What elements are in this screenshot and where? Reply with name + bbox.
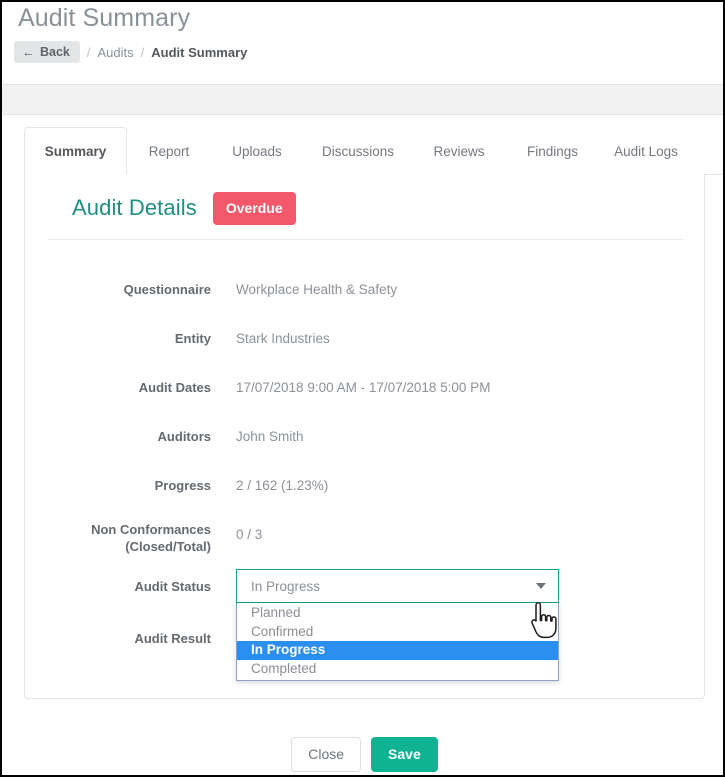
tab-findings[interactable]: Findings	[505, 127, 600, 175]
field-row-auditors: Auditors John Smith	[25, 423, 704, 472]
field-row-audit-status: Audit Status In Progress Planned Confirm…	[25, 569, 704, 681]
audit-status-option-list: Planned Confirmed In Progress Completed	[236, 603, 559, 681]
option-confirmed[interactable]: Confirmed	[237, 623, 558, 642]
field-label: Audit Result	[134, 631, 211, 646]
field-label: Questionnaire	[123, 282, 211, 297]
tab-uploads[interactable]: Uploads	[211, 127, 303, 175]
tab-audit-logs[interactable]: Audit Logs	[600, 127, 692, 175]
tab-bar: Summary Report Uploads Discussions Revie…	[24, 127, 723, 175]
option-label: In Progress	[251, 642, 326, 657]
details-list: Questionnaire Workplace Health & Safety …	[25, 276, 704, 681]
card-divider	[47, 239, 684, 240]
option-label: Confirmed	[251, 623, 314, 639]
arrow-left-icon: ←	[22, 44, 35, 59]
field-label-line2: (Closed/Total)	[125, 539, 211, 554]
breadcrumb: ← Back / Audits / Audit Summary	[14, 41, 247, 63]
chevron-down-icon	[536, 583, 546, 589]
field-label: Non Conformances (Closed/Total)	[25, 521, 211, 555]
audit-status-select[interactable]: In Progress	[236, 569, 559, 603]
footer-actions: Close Save	[2, 737, 723, 772]
option-label: Planned	[251, 605, 301, 620]
field-row-audit-dates: Audit Dates 17/07/2018 9:00 AM - 17/07/2…	[25, 374, 704, 423]
browser-window: Audit Summary ← Back / Audits / Audit Su…	[0, 0, 725, 777]
field-value: 0 / 3	[236, 527, 263, 542]
field-label: Progress	[154, 478, 211, 493]
field-label: Auditors	[157, 429, 211, 444]
tab-report[interactable]: Report	[127, 127, 211, 175]
tab-reviews[interactable]: Reviews	[413, 127, 505, 175]
tab-uploads-label: Uploads	[232, 144, 282, 159]
field-row-questionnaire: Questionnaire Workplace Health & Safety	[25, 276, 704, 325]
field-value: John Smith	[236, 429, 304, 444]
tab-summary-label: Summary	[44, 143, 107, 159]
tab-reviews-label: Reviews	[433, 144, 485, 159]
field-value: 2 / 162 (1.23%)	[236, 478, 329, 493]
audit-status-select-wrapper: In Progress Planned Confirmed In Progres…	[236, 569, 559, 681]
field-row-progress: Progress 2 / 162 (1.23%)	[25, 472, 704, 521]
field-label: Audit Dates	[138, 380, 211, 395]
save-button[interactable]: Save	[371, 737, 438, 772]
field-label: Entity	[174, 331, 211, 346]
audit-details-card: Audit Details Overdue Questionnaire Work…	[24, 174, 705, 699]
toolbar-band	[2, 84, 723, 115]
tab-audit-logs-label: Audit Logs	[614, 144, 678, 159]
field-value: Workplace Health & Safety	[236, 282, 398, 297]
tab-findings-label: Findings	[526, 144, 579, 159]
field-label: Audit Status	[134, 579, 211, 594]
tab-summary[interactable]: Summary	[24, 127, 127, 175]
status-badge: Overdue	[212, 191, 296, 225]
field-row-entity: Entity Stark Industries	[25, 325, 704, 374]
field-value: 17/07/2018 9:00 AM - 17/07/2018 5:00 PM	[236, 380, 491, 395]
field-row-non-conformances: Non Conformances (Closed/Total) 0 / 3	[25, 521, 704, 573]
card-title: Audit Details	[72, 195, 197, 220]
field-label-line1: Non Conformances	[91, 522, 211, 537]
tab-discussions-label: Discussions	[321, 144, 395, 159]
page-title: Audit Summary	[18, 4, 191, 32]
close-button[interactable]: Close	[291, 737, 362, 772]
card-header: Audit Details Overdue	[72, 187, 296, 229]
option-label: Completed	[251, 660, 317, 676]
option-planned[interactable]: Planned	[237, 604, 558, 623]
back-button[interactable]: ← Back	[14, 41, 80, 63]
breadcrumb-item-audits[interactable]: Audits	[98, 45, 134, 60]
option-in-progress[interactable]: In Progress	[237, 641, 558, 660]
breadcrumb-item-current: Audit Summary	[151, 44, 248, 60]
field-value: Stark Industries	[236, 331, 330, 346]
breadcrumb-separator: /	[86, 44, 91, 60]
audit-status-selected-value: In Progress	[251, 578, 321, 594]
tab-discussions[interactable]: Discussions	[303, 127, 413, 175]
option-completed[interactable]: Completed	[237, 660, 558, 679]
breadcrumb-separator: /	[140, 44, 145, 60]
tab-report-label: Report	[148, 144, 190, 159]
page-content: Audit Summary ← Back / Audits / Audit Su…	[2, 2, 723, 775]
back-button-label: Back	[40, 45, 70, 59]
